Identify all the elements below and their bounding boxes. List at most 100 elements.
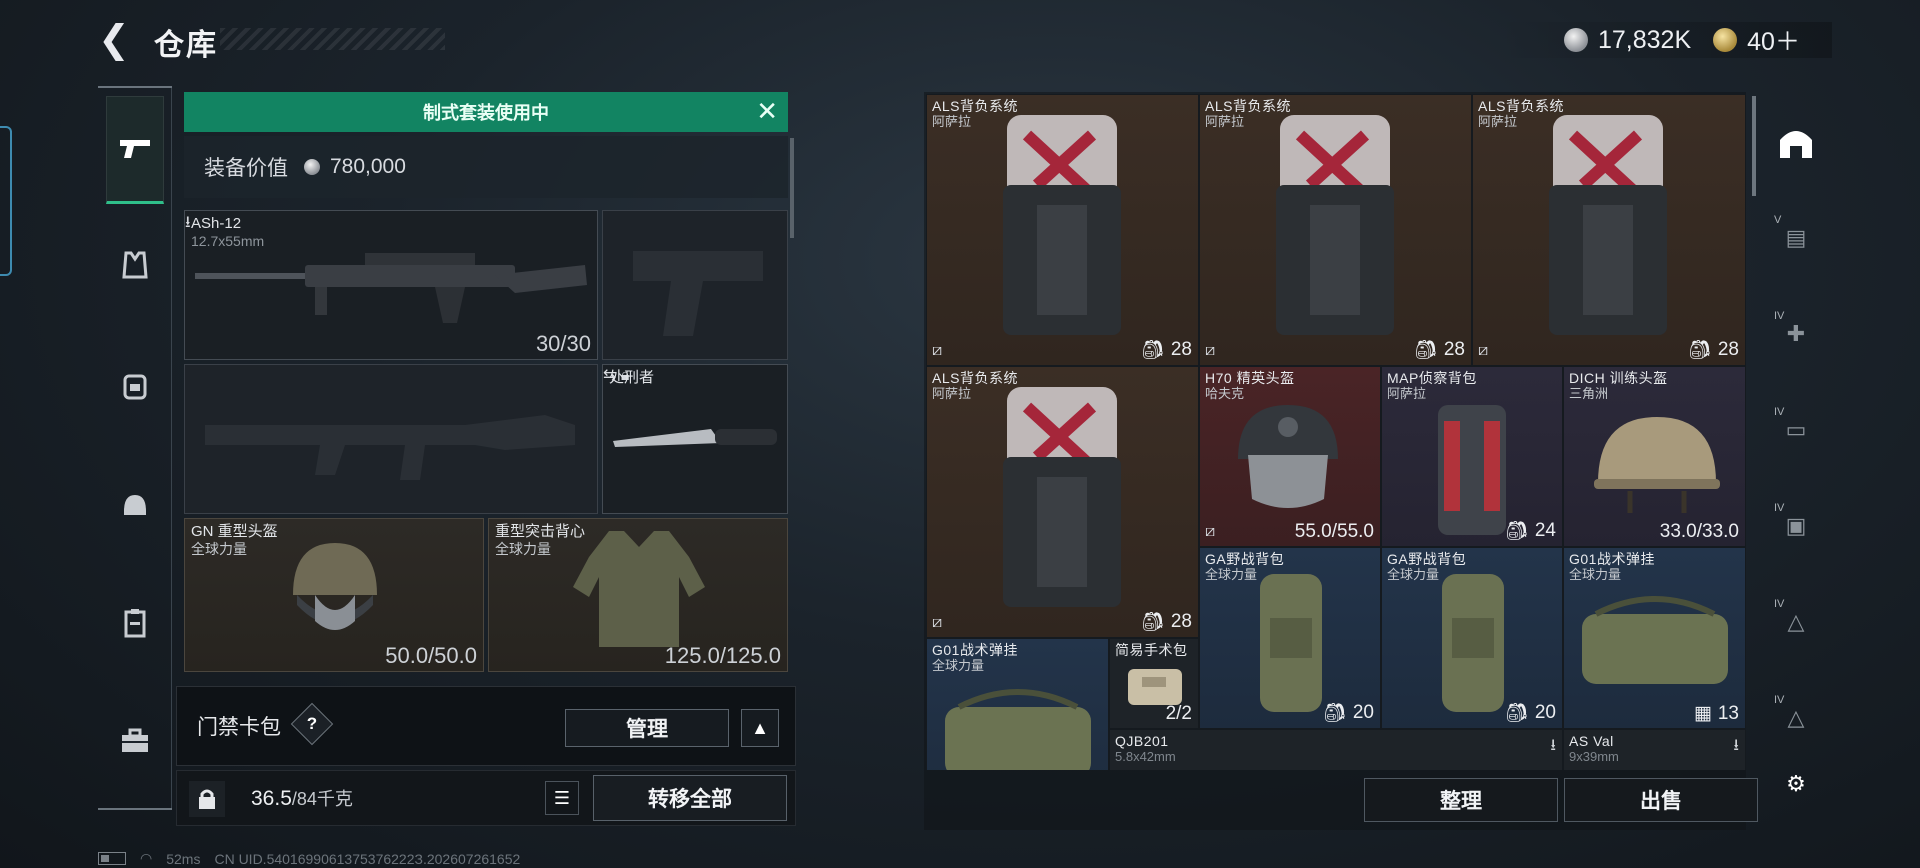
loadout-scrollbar[interactable] [790,138,794,238]
sort-button[interactable]: 整理 [1364,778,1558,822]
storage-item[interactable]: GA野战背包 全球力量 🎒︎ 20 [1381,547,1563,729]
item-name: 简易手术包 [1115,642,1188,658]
all-icon [1780,131,1812,158]
item-name: G01战术弹挂 [1569,551,1655,567]
item-name: MAP侦察背包 [1387,370,1477,386]
sidearm-slot[interactable] [602,210,788,360]
medkit-icon [124,609,146,638]
filter-keys-icon[interactable]: IV ▣ [1768,498,1824,554]
item-name: GA野战背包 [1387,551,1467,567]
backpack-image [1442,574,1504,712]
storage-item[interactable]: ALS背负系统 阿萨拉 ⧄ 🎒︎ 28 [1199,94,1472,366]
category-rail [98,86,172,810]
item-capacity: 🎒︎ 28 [1414,338,1465,362]
vest-icon [122,251,148,279]
keycard-case-label: 门禁卡包 [197,716,281,739]
chest-rig-image [945,689,1091,770]
close-icon[interactable]: ✕ [756,98,778,124]
gold-currency-value[interactable]: 40＋ [1747,22,1800,58]
manage-button[interactable]: 管理 [565,709,729,747]
storage-item[interactable]: 简易手术包 2/2 [1109,638,1199,729]
padlock-icon[interactable] [189,781,225,817]
no-insure-icon: ⧄ [1205,342,1216,359]
download-icon[interactable]: ⭳ [185,214,191,231]
list-view-icon[interactable]: ☰ [545,781,579,815]
storage-item[interactable]: ALS背负系统 阿萨拉 ⧄ 🎒︎ 28 [926,366,1199,638]
secondary-weapon-slot[interactable] [184,364,598,514]
item-capacity: 🎒︎ 20 [1323,701,1374,725]
item-capacity: 🎒︎ 28 [1141,610,1192,634]
storage-scrollbar[interactable] [1752,96,1756,196]
transfer-all-button[interactable]: 转移全部 [593,775,787,821]
item-name: H70 精英头盔 [1205,370,1295,386]
item-name: G01战术弹挂 [932,642,1018,658]
download-icon[interactable]: ⭳ [1733,734,1739,761]
storage-grid: ALS背负系统 阿萨拉 ⧄ 🎒︎ 28 ALS背负系统 阿萨拉 ⧄ 🎒︎ 28 AL… [926,94,1746,770]
filter-all-icon[interactable] [1768,114,1824,170]
carry-weight: 36.5/84千克 [251,785,353,811]
armor-durability: 125.0/125.0 [664,643,781,668]
silver-coin-icon [1564,28,1588,52]
chevron-up-icon[interactable]: ▲ [741,709,779,747]
storage-panel: ALS背负系统 阿萨拉 ⧄ 🎒︎ 28 ALS背负系统 阿萨拉 ⧄ 🎒︎ 28 AL… [924,92,1758,830]
gold-coin-icon [1713,28,1738,52]
primary-weapon-slot[interactable]: ASh-12 12.7x55mm ⭳ 30/30 [184,210,598,360]
title-decoration [220,28,445,50]
helmet-slot[interactable]: GN 重型头盔 全球力量 50.0/50.0 [184,518,484,672]
filter-ammo-icon[interactable]: IV ▭ [1768,402,1824,458]
capacity-icon: 🎒︎ [1140,612,1165,633]
storage-item[interactable]: QJB201 5.8x42mm ⭳ [1109,729,1563,770]
toolbox-icon [122,728,148,752]
storage-item[interactable]: H70 精英头盔 哈夫克 ⧄ 55.0/55.0 [1199,366,1381,547]
item-uses: 2/2 [1165,703,1192,724]
armor-slot[interactable]: 重型突击背心 全球力量 125.0/125.0 [488,518,788,672]
status-footer: ◠ 52ms CN UID.5401699061375376222З.20260… [98,850,520,867]
storage-item[interactable]: MAP侦察背包 阿萨拉 🎒︎ 24 [1381,366,1563,547]
download-icon[interactable]: ⭳ [1550,734,1556,761]
wifi-icon: ◠ [140,850,153,866]
item-brand: 阿萨拉 [932,386,972,401]
item-brand: 全球力量 [1205,567,1258,582]
capacity-icon: 🎒︎ [1140,340,1165,361]
filter-level: IV [1774,310,1785,322]
help-icon[interactable]: ? [290,702,334,746]
tab-tools[interactable] [106,712,164,770]
filter-misc-icon[interactable]: IV △ [1768,690,1824,746]
item-brand: 三角洲 [1569,386,1609,401]
tab-vests[interactable] [106,236,164,294]
back-chevron-icon[interactable]: ❮ [98,20,132,60]
banner-text: 制式套装使用中 [423,103,549,123]
storage-item[interactable]: DICH 训练头盔 三角洲 33.0/33.0 [1563,366,1746,547]
help-glyph: ? [306,714,318,733]
capacity-value: 28 [1170,611,1192,632]
storage-item[interactable]: G01战术弹挂 全球力量 [926,638,1109,770]
tab-helmets[interactable] [106,476,164,534]
page-title: 仓库 [154,29,218,62]
item-caliber: 9x39mm [1569,749,1619,764]
item-name: GA野战背包 [1205,551,1285,567]
equipment-value: 装备价值 780,000 [184,136,788,198]
storage-item[interactable]: ALS背负系统 阿萨拉 ⧄ 🎒︎ 28 [1472,94,1746,366]
storage-item[interactable]: G01战术弹挂 全球力量 ▦ 13 [1563,547,1746,729]
capacity-value: 20 [1352,702,1374,723]
tab-backpacks[interactable] [106,356,164,414]
storage-item[interactable]: ALS背负系统 阿萨拉 ⧄ 🎒︎ 28 [926,94,1199,366]
capacity-icon: 🎒︎ [1322,703,1347,724]
user-uid: CN UID.5401699061375376222З.202607261652 [214,850,521,867]
filter-loot-icon[interactable]: IV △ [1768,594,1824,650]
tab-medical[interactable] [106,594,164,652]
filter-medical-icon[interactable]: IV ✚ [1768,306,1824,362]
filter-weapon-icon[interactable]: V ▤ [1768,210,1824,266]
storage-item[interactable]: GA野战背包 全球力量 🎒︎ 20 [1199,547,1381,729]
item-caliber: 5.8x42mm [1115,749,1176,764]
sell-button[interactable]: 出售 [1564,778,1758,822]
item-name: DICH 训练头盔 [1569,370,1668,386]
tab-weapons[interactable] [106,96,164,204]
settings-gear-icon[interactable]: ⚙ [1768,756,1824,812]
storage-item[interactable]: AS Val 9x39mm ⭳ [1563,729,1746,770]
item-name: AS Val [1569,733,1614,749]
no-insure-icon: ⧄ [932,614,943,631]
weapon-name: ASh-12 [191,215,242,232]
knife-image [613,429,777,447]
melee-slot[interactable]: 处刑者 ⇆ 🔒︎ [602,364,788,514]
